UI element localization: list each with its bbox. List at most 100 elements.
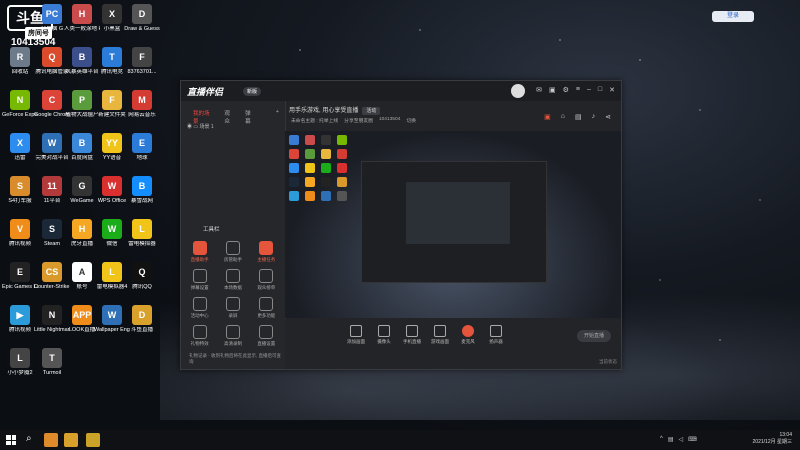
- tool-button[interactable]: 高清录制: [216, 325, 249, 347]
- control-button[interactable]: 游戏画面: [429, 325, 451, 345]
- control-button[interactable]: 麦克风: [457, 325, 479, 345]
- desktop-icon-label: 83763701...: [127, 69, 157, 75]
- meta-switch[interactable]: 切换: [406, 117, 416, 124]
- save-icon[interactable]: ▤: [575, 113, 582, 121]
- desktop-icon[interactable]: B 暴雪战网: [124, 176, 160, 204]
- network-icon[interactable]: ▤: [668, 436, 674, 443]
- tool-button[interactable]: 直播助手: [183, 241, 216, 263]
- desktop-icon[interactable]: R 回收站: [2, 47, 38, 75]
- stream-preview[interactable]: [285, 131, 621, 318]
- close-icon[interactable]: ✕: [609, 86, 615, 94]
- desktop-icon[interactable]: ▶ 腾讯视频: [2, 305, 38, 333]
- tool-button[interactable]: 本场数据: [216, 269, 249, 291]
- start-live-button[interactable]: 开始直播: [577, 330, 611, 342]
- meta-topic[interactable]: 未命名主题 : 托举上线: [291, 117, 338, 124]
- control-label: 手机直播: [403, 339, 421, 344]
- tool-icon: [225, 325, 240, 339]
- tool-label: 高清录制: [223, 341, 242, 346]
- share-icon[interactable]: ⋖: [605, 113, 611, 121]
- taskbar-app-douyu[interactable]: [64, 433, 78, 447]
- keyboard-icon[interactable]: ⌨: [688, 436, 697, 443]
- settings-icon[interactable]: ⚙: [563, 86, 569, 94]
- add-icon[interactable]: +: [276, 109, 279, 125]
- desktop-icon[interactable]: Q 腾讯QQ: [124, 262, 160, 290]
- control-label: 游戏画面: [431, 339, 449, 344]
- windows-start-icon[interactable]: [6, 435, 16, 445]
- tool-button[interactable]: 更多功能: [250, 297, 283, 319]
- status-text: 当前状态: [599, 359, 617, 364]
- shirt-icon[interactable]: ▣: [549, 86, 556, 94]
- tool-icon: [192, 269, 207, 283]
- tool-button[interactable]: 弹幕设置: [183, 269, 216, 291]
- control-button[interactable]: 扬声器: [485, 325, 507, 345]
- taskbar-app-live[interactable]: [86, 433, 100, 447]
- tool-icon: [259, 241, 274, 255]
- desktop-icon[interactable]: V 腾讯视频: [2, 219, 38, 247]
- tool-button[interactable]: 录屏: [216, 297, 249, 319]
- tool-button[interactable]: 观众榜单: [250, 269, 283, 291]
- control-button[interactable]: 摄像头: [373, 325, 395, 345]
- desktop-icon[interactable]: M 网易云音乐: [124, 90, 160, 118]
- avatar[interactable]: [511, 84, 525, 98]
- preview-icon: [289, 191, 299, 201]
- gift-icon[interactable]: ▣: [544, 113, 551, 121]
- control-icon: [378, 325, 390, 337]
- preview-desktop-icons: [289, 135, 355, 201]
- meta-share[interactable]: 分享至朋友圈: [344, 117, 373, 124]
- message-icon[interactable]: ✉: [536, 86, 542, 94]
- preview-icon: [321, 135, 331, 145]
- desktop-icon[interactable]: T Turmoil: [34, 348, 70, 376]
- desktop-icon-label: Epic Games Launcher: [2, 284, 38, 290]
- desktop-icon[interactable]: D Draw & Guess: [124, 4, 160, 32]
- tool-button[interactable]: 活动中心: [183, 297, 216, 319]
- desktop-icon[interactable]: D 斗鱼直播: [124, 305, 160, 333]
- tool-button[interactable]: 直播设置: [250, 325, 283, 347]
- clock[interactable]: 13:04 2021/12月 星期三: [753, 432, 792, 446]
- taskbar-app-steam[interactable]: [44, 433, 58, 447]
- desktop-icon[interactable]: F 83763701...: [124, 47, 160, 75]
- preview-icon: [305, 135, 315, 145]
- app-icon: Q: [42, 47, 62, 67]
- preview-icon: [321, 149, 331, 159]
- version-badge: 新版: [243, 87, 262, 96]
- app-icon: S: [10, 176, 30, 196]
- tool-button[interactable]: 主播任务: [250, 241, 283, 263]
- bell-icon[interactable]: ♪: [592, 113, 596, 121]
- tool-label: 录屏: [228, 313, 238, 318]
- volume-icon[interactable]: ◁: [679, 436, 684, 443]
- desktop-icon[interactable]: N GeForce Experience: [2, 90, 38, 118]
- desktop-icon[interactable]: L 雷电模拟器: [124, 219, 160, 247]
- left-panel: 我的场景 观众 弹幕 + ◉ ▭ 场景 1 工具栏 直播助手 房管助手 主播任务 弹幕…: [181, 101, 286, 369]
- tab-audience[interactable]: 观众: [224, 109, 235, 125]
- control-button[interactable]: 手机直播: [401, 325, 423, 345]
- tool-button[interactable]: 房管助手: [216, 241, 249, 263]
- app-icon: C: [42, 90, 62, 110]
- scene-item[interactable]: ◉ ▭ 场景 1: [187, 123, 214, 130]
- control-label: 扬声器: [489, 339, 503, 344]
- app-titlebar[interactable]: 直播伴侣 新版 ✉ ▣ ⚙ ≡ – □ ✕: [181, 81, 621, 101]
- control-icon: [350, 325, 362, 337]
- menu-icon[interactable]: ≡: [576, 86, 580, 94]
- live-app-window[interactable]: 直播伴侣 新版 ✉ ▣ ⚙ ≡ – □ ✕ 我的场景 观众 弹幕 + ◉ ▭ 场…: [180, 80, 622, 370]
- desktop-icon[interactable]: X 迅雷: [2, 133, 38, 161]
- tab-danmaku[interactable]: 弹幕: [245, 109, 256, 125]
- desktop-icon[interactable]: S S4打车服: [2, 176, 38, 204]
- app-icon: P: [72, 90, 92, 110]
- maximize-icon[interactable]: □: [598, 86, 602, 94]
- desktop-icon[interactable]: E 地球: [124, 133, 160, 161]
- search-icon[interactable]: ⌕: [26, 433, 40, 447]
- minimize-icon[interactable]: –: [587, 86, 591, 94]
- app-icon: L: [132, 219, 152, 239]
- control-button[interactable]: 添加画面: [345, 325, 367, 345]
- desktop-icon-label: 回收站: [11, 69, 29, 75]
- clock-time: 13:04: [779, 432, 792, 438]
- desktop-icon-label: Turmoil: [42, 370, 62, 376]
- notice-tag[interactable]: 活动: [362, 107, 381, 115]
- desktop-icon[interactable]: L 小小梦魇2: [2, 348, 38, 376]
- top-right-login-button[interactable]: 登录: [712, 11, 754, 22]
- chevron-up-icon[interactable]: ^: [660, 436, 663, 443]
- tool-button[interactable]: 礼物特效: [183, 325, 216, 347]
- desktop-icon[interactable]: E Epic Games Launcher: [2, 262, 38, 290]
- app-icon: B: [132, 176, 152, 196]
- lock-icon[interactable]: ⌂: [561, 113, 565, 121]
